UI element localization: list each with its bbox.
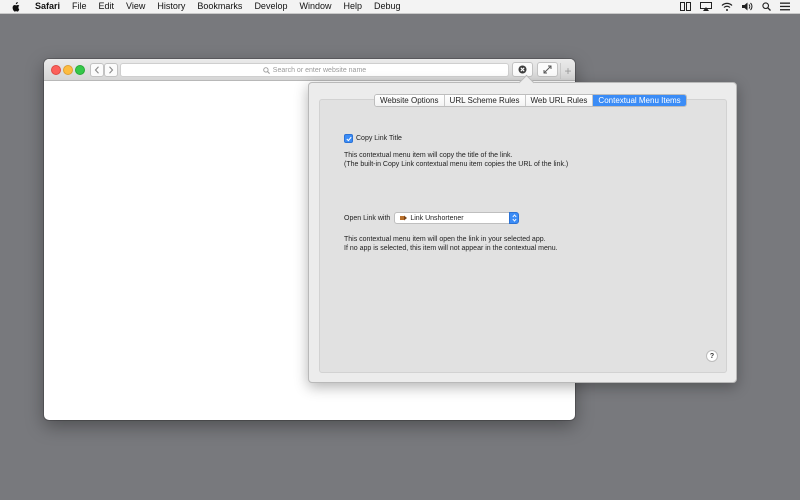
copy-link-title-row: Copy Link Title [344, 134, 402, 143]
menu-help[interactable]: Help [337, 0, 368, 13]
chevron-right-icon [109, 66, 114, 74]
open-link-with-label: Open Link with [344, 214, 391, 222]
contextual-menu-settings: Copy Link Title This contextual menu ite… [320, 100, 726, 372]
link-unshortener-app-icon [400, 215, 408, 221]
menu-edit[interactable]: Edit [93, 0, 121, 13]
copy-link-description: This contextual menu item will copy the … [344, 151, 568, 169]
fullscreen-button[interactable] [537, 62, 558, 77]
extension-settings-popover: Website Options URL Scheme Rules Web URL… [308, 74, 737, 383]
screen-mirror-icon[interactable] [680, 2, 691, 11]
menu-view[interactable]: View [120, 0, 151, 13]
airplay-icon[interactable] [700, 2, 712, 11]
status-menu-area [680, 2, 790, 11]
extension-toolbar-button[interactable] [512, 62, 533, 77]
search-icon [263, 66, 270, 74]
menu-app-name[interactable]: Safari [29, 0, 66, 13]
close-window-button[interactable] [51, 65, 61, 75]
address-bar[interactable]: Search or enter website name [120, 63, 509, 77]
apple-menu-icon[interactable] [11, 1, 23, 13]
menu-debug[interactable]: Debug [368, 0, 407, 13]
address-bar-placeholder: Search or enter website name [272, 66, 367, 74]
tab-website-options[interactable]: Website Options [375, 95, 445, 106]
help-button[interactable]: ? [706, 350, 718, 362]
tab-url-scheme-rules[interactable]: URL Scheme Rules [444, 95, 526, 106]
notification-center-icon[interactable] [780, 2, 790, 11]
back-button[interactable] [90, 63, 104, 77]
menu-develop[interactable]: Develop [248, 0, 293, 13]
copy-link-title-checkbox[interactable] [344, 134, 353, 143]
menu-file[interactable]: File [66, 0, 93, 13]
open-link-with-row: Open Link with Link Unshortener [344, 212, 520, 224]
menu-bar: Safari File Edit View History Bookmarks … [0, 0, 800, 14]
copy-link-desc-line-1: This contextual menu item will copy the … [344, 152, 513, 159]
copy-link-title-label: Copy Link Title [356, 135, 402, 142]
chevron-left-icon [94, 66, 99, 74]
open-link-description: This contextual menu item will open the … [344, 235, 558, 253]
open-link-desc-line-2: If no app is selected, this item will no… [344, 245, 558, 252]
menu-bookmarks[interactable]: Bookmarks [191, 0, 248, 13]
safari-toolbar: Search or enter website name + [44, 59, 575, 81]
settings-tab-bar: Website Options URL Scheme Rules Web URL… [374, 94, 687, 107]
menu-history[interactable]: History [151, 0, 191, 13]
new-tab-button[interactable]: + [560, 63, 575, 79]
minimize-window-button[interactable] [63, 65, 73, 75]
tab-web-url-rules[interactable]: Web URL Rules [525, 95, 594, 106]
spotlight-search-icon[interactable] [762, 2, 771, 11]
copy-link-desc-line-2: (The built-in Copy Link contextual menu … [344, 161, 569, 168]
zoom-window-button[interactable] [75, 65, 85, 75]
open-link-desc-line-1: This contextual menu item will open the … [344, 236, 546, 243]
app-select-popup[interactable]: Link Unshortener [394, 212, 520, 224]
forward-button[interactable] [104, 63, 118, 77]
expand-arrows-icon [543, 65, 552, 74]
extension-icon [518, 65, 527, 74]
tab-contextual-menu-items[interactable]: Contextual Menu Items [593, 95, 686, 106]
checkmark-icon [345, 136, 352, 141]
menu-window[interactable]: Window [293, 0, 337, 13]
popup-stepper-icon [509, 212, 520, 224]
volume-icon[interactable] [742, 2, 753, 11]
selected-app-name: Link Unshortener [410, 214, 464, 222]
wifi-icon[interactable] [721, 2, 733, 11]
settings-panel: Copy Link Title This contextual menu ite… [319, 99, 727, 373]
